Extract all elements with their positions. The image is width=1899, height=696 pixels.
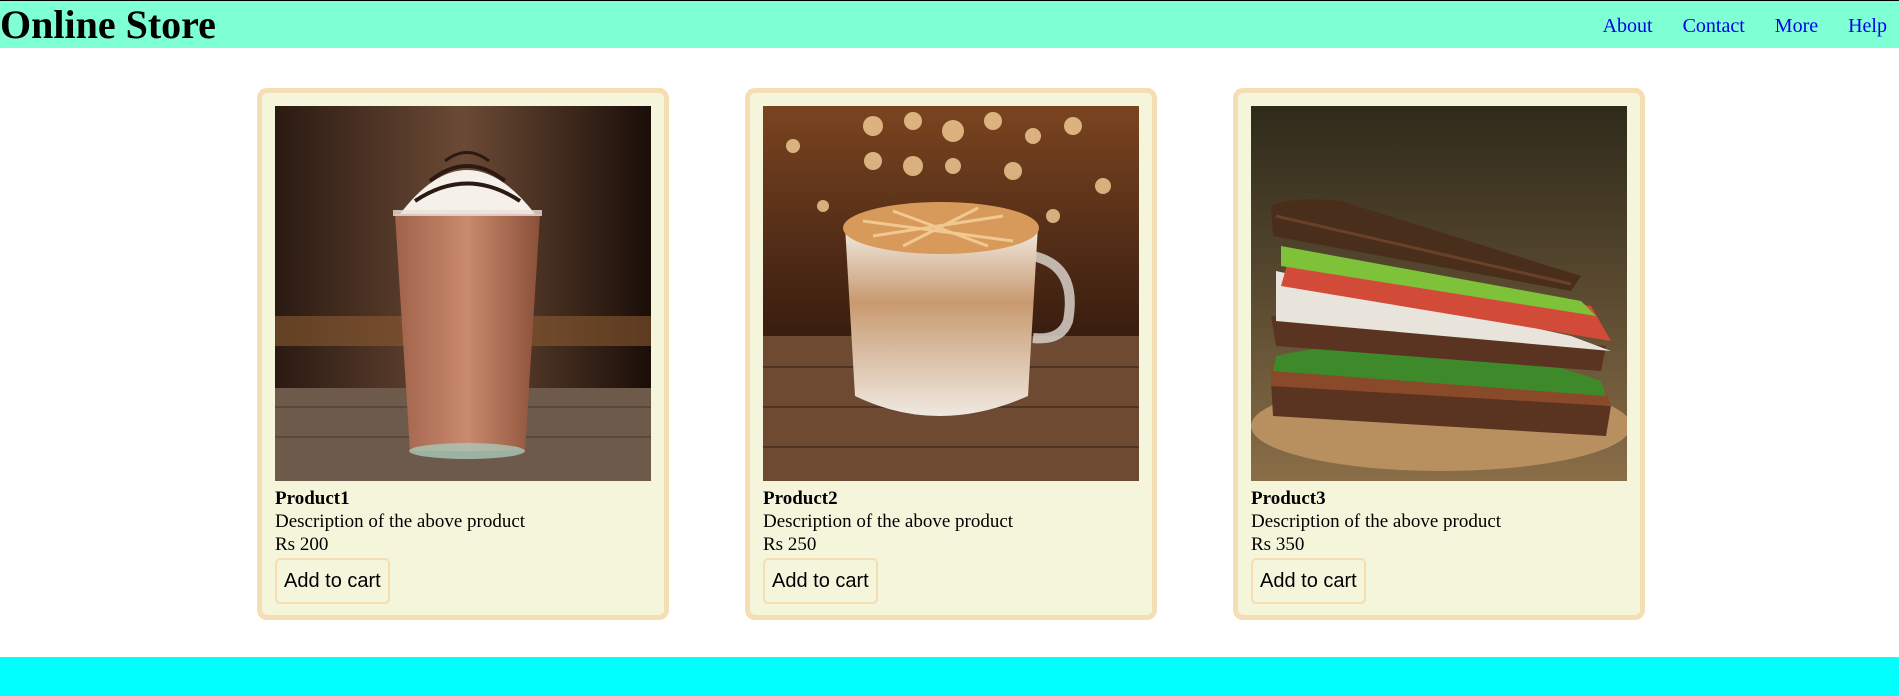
product-image-sandwich xyxy=(1251,106,1627,481)
nav-about-link[interactable]: About xyxy=(1603,13,1653,39)
product-card: Product2 Description of the above produc… xyxy=(745,88,1157,620)
nav-help-link[interactable]: Help xyxy=(1848,13,1887,39)
product-grid: Product1 Description of the above produc… xyxy=(257,88,1645,620)
product-image-frappe xyxy=(275,106,651,481)
product-card: Product3 Description of the above produc… xyxy=(1233,88,1645,620)
product-name: Product1 xyxy=(275,488,350,509)
product-description: Description of the above product xyxy=(1251,511,1502,532)
top-nav: About Contact More Help xyxy=(1603,13,1899,39)
product-price: Rs 350 xyxy=(1251,534,1305,555)
add-to-cart-button[interactable]: Add to cart xyxy=(1251,558,1366,604)
add-to-cart-button[interactable]: Add to cart xyxy=(275,558,390,604)
product-image-latte xyxy=(763,106,1139,481)
site-title: Online Store xyxy=(0,2,216,47)
product-card: Product1 Description of the above produc… xyxy=(257,88,669,620)
product-description: Description of the above product xyxy=(275,511,526,532)
header-bar: Online Store About Contact More Help xyxy=(0,0,1899,48)
product-description: Description of the above product xyxy=(763,511,1014,532)
footer-bar xyxy=(0,657,1899,696)
nav-contact-link[interactable]: Contact xyxy=(1683,13,1745,39)
add-to-cart-button[interactable]: Add to cart xyxy=(763,558,878,604)
product-name: Product3 xyxy=(1251,488,1326,509)
product-price: Rs 250 xyxy=(763,534,817,555)
nav-more-link[interactable]: More xyxy=(1775,13,1818,39)
product-price: Rs 200 xyxy=(275,534,329,555)
product-name: Product2 xyxy=(763,488,838,509)
